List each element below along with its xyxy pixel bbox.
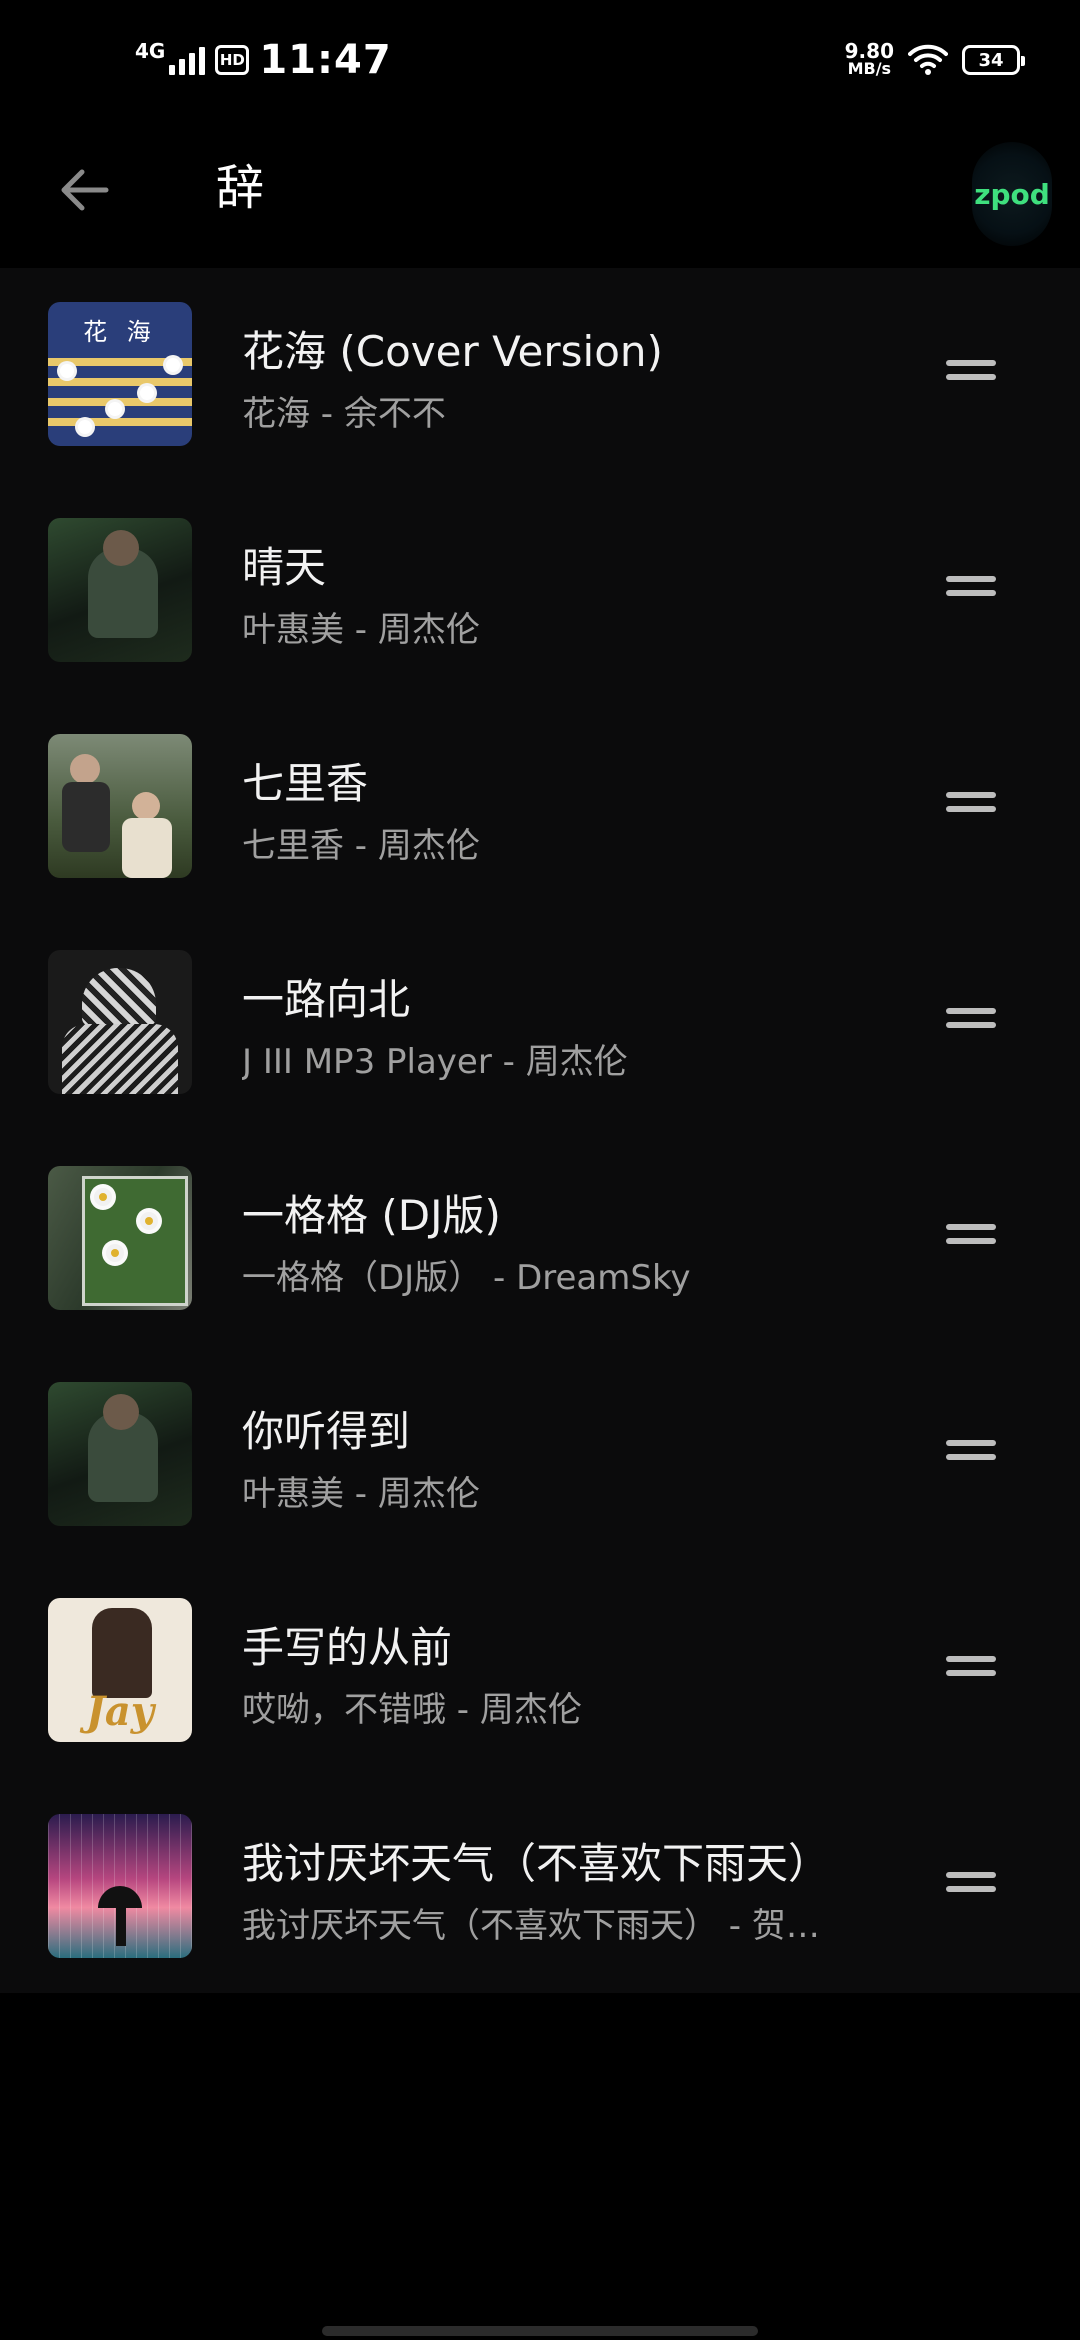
speed-unit: MB/s: [847, 59, 892, 78]
song-subtitle: J III MP3 Player - 周杰伦: [242, 1042, 628, 1082]
song-subtitle: 花海 - 余不不: [242, 394, 446, 434]
song-row[interactable]: 一格格 (DJ版) 一格格（DJ版） - DreamSky: [0, 1132, 1080, 1348]
album-cover: [48, 734, 192, 878]
album-cover: [48, 1166, 192, 1310]
network-speed: 9.80 MB/s: [844, 39, 894, 78]
song-row[interactable]: 你听得到 叶惠美 - 周杰伦: [0, 1348, 1080, 1564]
song-subtitle: 我讨厌坏天气（不喜欢下雨天） - 贺…: [242, 1906, 820, 1946]
drag-handle-icon[interactable]: [946, 1872, 996, 1894]
home-indicator[interactable]: [322, 2326, 758, 2336]
song-subtitle: 叶惠美 - 周杰伦: [242, 610, 480, 650]
album-cover: Jay: [48, 1598, 192, 1742]
song-row[interactable]: Jay 手写的从前 哎呦，不错哦 - 周杰伦: [0, 1564, 1080, 1780]
back-button[interactable]: [48, 154, 120, 226]
wifi-icon: [908, 44, 948, 75]
song-title: 花海 (Cover Version): [242, 327, 663, 376]
album-cover: [48, 1814, 192, 1958]
app-header: 辞 zpod: [0, 120, 1080, 268]
song-row[interactable]: 晴天 叶惠美 - 周杰伦: [0, 484, 1080, 700]
drag-handle-icon[interactable]: [946, 576, 996, 598]
song-row[interactable]: 一路向北 J III MP3 Player - 周杰伦: [0, 916, 1080, 1132]
drag-handle-icon[interactable]: [946, 360, 996, 382]
song-row[interactable]: 花 海 花海 (Cover Version) 花海 - 余不不: [0, 268, 1080, 484]
page-title: 辞: [216, 160, 265, 216]
network-type: 4G: [135, 39, 166, 63]
drag-handle-icon[interactable]: [946, 1440, 996, 1462]
album-cover: [48, 518, 192, 662]
cover-title: Jay: [85, 1688, 155, 1735]
song-title: 我讨厌坏天气（不喜欢下雨天）: [242, 1839, 831, 1888]
album-cover: [48, 950, 192, 1094]
avatar[interactable]: zpod: [972, 142, 1052, 246]
status-bar: 4G HD 11:47 9.80 MB/s 34: [0, 0, 1080, 120]
song-subtitle: 一格格（DJ版） - DreamSky: [242, 1258, 691, 1298]
song-title: 手写的从前: [242, 1623, 453, 1672]
status-time: 11:47: [259, 37, 392, 83]
speed-value: 9.80: [844, 39, 894, 63]
album-cover: [48, 1382, 192, 1526]
drag-handle-icon[interactable]: [946, 792, 996, 814]
status-right: 9.80 MB/s 34: [844, 36, 1025, 84]
arrow-left-icon: [61, 169, 109, 211]
song-title: 晴天: [242, 543, 327, 592]
song-row[interactable]: 我讨厌坏天气（不喜欢下雨天） 我讨厌坏天气（不喜欢下雨天） - 贺…: [0, 1780, 1080, 1996]
cover-title: 花 海: [83, 318, 157, 346]
status-left: 4G HD 11:47: [135, 30, 392, 90]
song-row[interactable]: 七里香 七里香 - 周杰伦: [0, 700, 1080, 916]
song-title: 一格格 (DJ版): [242, 1191, 501, 1240]
song-title: 你听得到: [242, 1407, 411, 1456]
song-subtitle: 叶惠美 - 周杰伦: [242, 1474, 480, 1514]
song-title: 七里香: [242, 759, 369, 808]
hd-icon: HD: [215, 45, 250, 75]
battery-level: 34: [978, 49, 1004, 71]
battery-icon: 34: [962, 45, 1025, 75]
album-cover: 花 海: [48, 302, 192, 446]
drag-handle-icon[interactable]: [946, 1656, 996, 1678]
song-title: 一路向北: [242, 975, 411, 1024]
song-list: 花 海 花海 (Cover Version) 花海 - 余不不 晴天 叶惠美 -…: [0, 268, 1080, 1993]
drag-handle-icon[interactable]: [946, 1224, 996, 1246]
song-subtitle: 七里香 - 周杰伦: [242, 826, 480, 866]
song-subtitle: 哎呦，不错哦 - 周杰伦: [242, 1690, 582, 1730]
drag-handle-icon[interactable]: [946, 1008, 996, 1030]
signal-icon: [169, 45, 206, 75]
